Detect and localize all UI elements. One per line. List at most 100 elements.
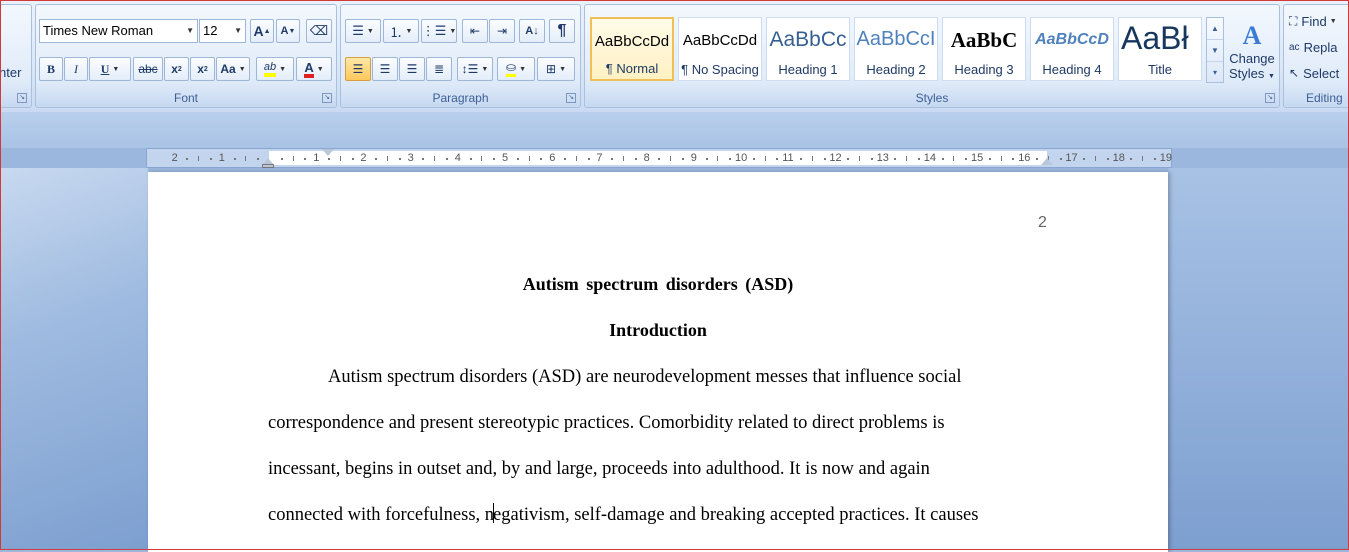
ruler-number: 1 (218, 152, 225, 164)
ruler-tick (292, 156, 294, 161)
right-indent-marker[interactable] (1041, 158, 1053, 165)
ruler-tick (670, 156, 672, 161)
ruler-tick (623, 156, 624, 161)
strikethrough-button[interactable]: abc (133, 57, 163, 81)
align-left-button[interactable]: ☰ (345, 57, 371, 81)
numbering-dropdown-icon[interactable]: ▼ (406, 28, 413, 35)
select-button[interactable]: ↖ Select (1288, 63, 1349, 83)
clipboard-dialog-launcher-icon[interactable]: ↘ (17, 93, 27, 103)
font-dialog-launcher-icon[interactable]: ↘ (322, 93, 332, 103)
change-styles-label-line2-text: Styles (1229, 66, 1265, 81)
change-case-dropdown-icon[interactable]: ▼ (239, 66, 246, 73)
multilevel-list-dropdown-icon[interactable]: ▼ (449, 28, 456, 35)
line-spacing-dropdown-icon[interactable]: ▼ (481, 66, 488, 73)
ruler-tick (800, 158, 802, 160)
bold-button[interactable]: B (39, 57, 63, 81)
font-name-dropdown-icon[interactable]: ▼ (186, 20, 194, 42)
ruler-tick (375, 158, 378, 160)
underline-button[interactable]: U ▼ (89, 57, 131, 81)
ruler-tick (906, 156, 908, 161)
styles-scroll-up-icon[interactable]: ▲ (1207, 18, 1223, 40)
ruler-tick (1106, 158, 1109, 160)
style-title-sample: AaBł (1121, 20, 1189, 56)
grow-font-icon: A (253, 23, 264, 39)
multilevel-list-icon: ⋮☰ (421, 23, 447, 38)
sort-button[interactable]: A↓ (519, 19, 545, 43)
align-left-icon: ☰ (352, 62, 364, 76)
style-heading-4-sample: AaBbCcD (1035, 31, 1109, 48)
highlight-button[interactable]: ab ▼ (256, 57, 294, 81)
subscript-button[interactable]: x2 (164, 57, 189, 81)
clear-formatting-button[interactable]: ⌫ (306, 19, 332, 43)
find-button[interactable]: ⛶ Find ▼ (1288, 11, 1349, 31)
styles-scroll-down-icon[interactable]: ▼ (1207, 40, 1223, 62)
line-spacing-button[interactable]: ↕☰ ▼ (457, 57, 493, 81)
document-page[interactable]: 2 Autism spectrum disorders (ASD) Introd… (148, 172, 1168, 552)
shading-button[interactable]: ⛀ ▼ (497, 57, 535, 81)
style-no-spacing[interactable]: AaBbCcDd ¶ No Spacing (678, 17, 762, 81)
shrink-font-button[interactable]: A ▼ (276, 19, 300, 43)
multilevel-list-button[interactable]: ⋮☰ ▼ (421, 19, 457, 43)
align-right-button[interactable]: ☰ (399, 57, 425, 81)
style-heading-1[interactable]: AaBbCc Heading 1 (766, 17, 850, 81)
show-marks-button[interactable]: ¶ (549, 19, 575, 43)
first-line-indent-marker[interactable] (322, 149, 334, 156)
font-name-value: Times New Roman (43, 23, 154, 38)
ruler-tick (870, 158, 873, 160)
change-case-button[interactable]: Aa ▼ (216, 57, 250, 81)
ruler-tick (328, 158, 330, 160)
font-size-combo[interactable]: 12 ▼ (199, 19, 246, 43)
document-body[interactable]: Autism spectrum disorders (ASD) are neur… (268, 354, 1048, 538)
grow-font-button[interactable]: A ▲ (250, 19, 274, 43)
font-name-combo[interactable]: Times New Roman ▼ (39, 19, 198, 43)
change-styles-button[interactable]: A Change Styles ▼ (1227, 11, 1277, 91)
ruler-number: 2 (360, 152, 367, 164)
style-heading-4[interactable]: AaBbCcD Heading 4 (1030, 17, 1114, 81)
ruler-number: 5 (502, 152, 509, 164)
horizontal-ruler[interactable]: 2 1 1 2 3 4 5 6 7 8 9 10 11 12 13 14 15 16 17 18 19 (146, 148, 1172, 168)
highlight-dropdown-icon[interactable]: ▼ (279, 66, 286, 73)
decrease-indent-button[interactable]: ⇤ (462, 19, 488, 43)
align-right-icon: ☰ (406, 62, 418, 76)
style-heading-3[interactable]: AaBbC Heading 3 (942, 17, 1026, 81)
ruler-tick (387, 156, 388, 161)
left-indent-marker[interactable] (262, 164, 274, 168)
replace-icon: ac (1289, 41, 1300, 53)
styles-gallery-scroller[interactable]: ▲ ▼ ▾ (1206, 17, 1224, 83)
font-color-dropdown-icon[interactable]: ▼ (317, 66, 324, 73)
borders-dropdown-icon[interactable]: ▼ (559, 66, 566, 73)
ruler-number: 8 (643, 152, 650, 164)
style-title[interactable]: AaBł Title (1118, 17, 1202, 81)
borders-button[interactable]: ⊞ ▼ (537, 57, 575, 81)
underline-dropdown-icon[interactable]: ▼ (112, 65, 119, 73)
justify-icon: ≣ (433, 62, 445, 76)
bullets-button[interactable]: ☰ ▼ (345, 19, 381, 43)
style-heading-3-label: Heading 3 (954, 62, 1014, 77)
ruler-number: 12 (829, 152, 842, 164)
increase-indent-button[interactable]: ⇥ (489, 19, 515, 43)
style-heading-2[interactable]: AaBbCcI Heading 2 (854, 17, 938, 81)
styles-dialog-launcher-icon[interactable]: ↘ (1265, 93, 1275, 103)
paragraph-dialog-launcher-icon[interactable]: ↘ (566, 93, 576, 103)
style-heading-2-sample: AaBbCcI (856, 28, 936, 50)
bullets-dropdown-icon[interactable]: ▼ (367, 28, 374, 35)
styles-more-icon[interactable]: ▾ (1207, 62, 1223, 83)
align-center-button[interactable]: ☰ (372, 57, 398, 81)
replace-button[interactable]: ac Repla (1288, 37, 1349, 57)
ruler-tick (658, 158, 661, 160)
ruler-tick (446, 158, 448, 160)
editing-group: ⛶ Find ▼ ac Repla ↖ Select Editing (1283, 4, 1349, 108)
font-color-button[interactable]: A ▼ (296, 57, 332, 81)
ruler-tick (493, 158, 496, 160)
paragraph-line-text: Autism spectrum disorders (ASD) are neur… (328, 367, 962, 387)
font-size-dropdown-icon[interactable]: ▼ (234, 20, 242, 42)
clipboard-partial-label[interactable]: nter (0, 65, 21, 80)
shading-dropdown-icon[interactable]: ▼ (519, 66, 526, 73)
style-normal[interactable]: AaBbCcDd ¶ Normal (590, 17, 674, 81)
style-title-label: Title (1147, 62, 1173, 77)
superscript-button[interactable]: x2 (190, 57, 215, 81)
justify-button[interactable]: ≣ (426, 57, 452, 81)
ruler-tick (1095, 156, 1096, 161)
italic-button[interactable]: I (64, 57, 88, 81)
numbering-button[interactable]: ⒈ ▼ (383, 19, 419, 43)
